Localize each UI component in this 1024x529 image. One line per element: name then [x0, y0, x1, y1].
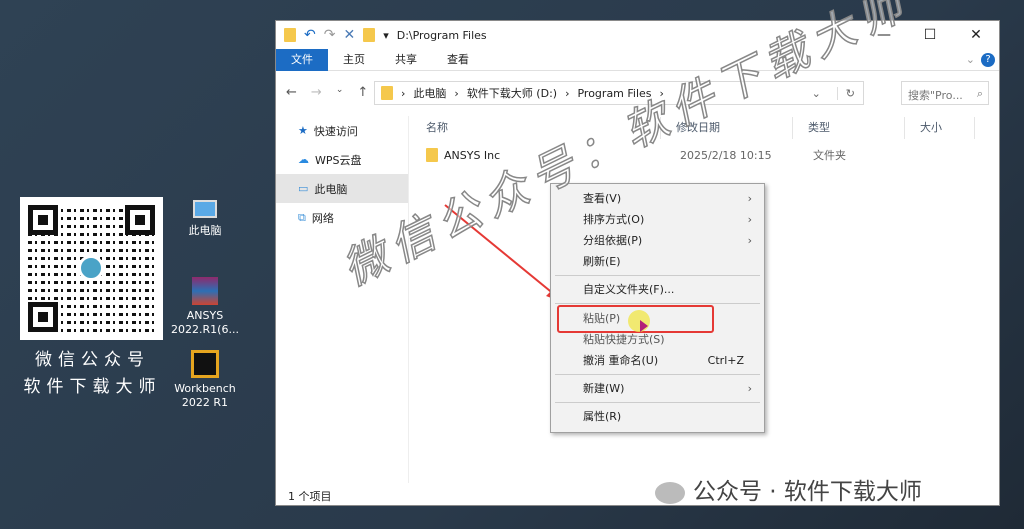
workbench-icon [191, 350, 219, 378]
folder-icon [381, 86, 393, 100]
menu-item-group[interactable]: 分组依据(P) › [551, 230, 764, 251]
column-size[interactable]: 大小 [905, 117, 975, 139]
window-title: D:\Program Files [396, 28, 487, 42]
desktop-icon-this-pc[interactable]: 此电脑 [170, 200, 240, 238]
delete-icon[interactable]: ✕ [343, 27, 355, 43]
menu-item-sort[interactable]: 排序方式(O) › [551, 209, 764, 230]
qr-code [20, 197, 163, 340]
wechat-icon [655, 481, 685, 504]
refresh-icon[interactable]: ↻ [836, 86, 863, 100]
cloud-icon: ☁ [298, 153, 309, 166]
nav-wps-cloud[interactable]: ☁ WPS云盘 [276, 145, 408, 174]
undo-icon[interactable]: ↶ [304, 27, 316, 43]
close-button[interactable]: ✕ [953, 21, 999, 49]
search-placeholder: 搜索"Pro... [908, 89, 963, 102]
file-type: 文件夹 [813, 149, 846, 162]
menu-separator [555, 303, 760, 304]
file-date: 2025/2/18 10:15 [680, 148, 772, 162]
menu-separator [555, 402, 760, 403]
menu-separator [555, 374, 760, 375]
nav-quick-access[interactable]: ★ 快速访问 [276, 116, 408, 145]
menu-item-refresh[interactable]: 刷新(E) [551, 251, 764, 272]
forward-icon[interactable]: → [311, 85, 322, 100]
back-icon[interactable]: ← [286, 85, 297, 100]
nav-this-pc[interactable]: ▭ 此电脑 [276, 174, 408, 203]
chevron-right-icon: › [747, 213, 752, 226]
column-type[interactable]: 类型 [793, 117, 905, 139]
up-icon[interactable]: ↑ [357, 85, 368, 100]
ribbon-tabs: 文件 主页 共享 查看 ⌄ ? [276, 48, 999, 71]
menu-item-new[interactable]: 新建(W) › [551, 378, 764, 399]
menu-item-customize[interactable]: 自定义文件夹(F)... [551, 279, 764, 300]
tab-share[interactable]: 共享 [380, 49, 432, 71]
desktop-icon-workbench[interactable]: Workbench 2022 R1 [170, 350, 240, 410]
folder-icon [426, 148, 438, 162]
redo-icon[interactable]: ↷ [324, 27, 336, 43]
qr-caption-2: 软件下载大师 [23, 377, 162, 397]
search-input[interactable]: 搜索"Pro... ⌕ [901, 81, 989, 105]
chevron-icon: › [454, 86, 459, 100]
computer-icon [193, 200, 217, 218]
navigation-pane: ★ 快速访问 ☁ WPS云盘 ▭ 此电脑 ⧉ 网络 [276, 116, 409, 483]
breadcrumb-drive[interactable]: 软件下载大师 (D:) [467, 85, 557, 101]
menu-item-view[interactable]: 查看(V) › [551, 188, 764, 209]
item-count: 1 个项目 [288, 490, 332, 503]
chevron-right-icon: › [747, 234, 752, 247]
menu-item-properties[interactable]: 属性(R) [551, 406, 764, 427]
chevron-icon: › [565, 86, 570, 100]
nav-label: WPS云盘 [315, 153, 362, 167]
tab-file[interactable]: 文件 [276, 48, 328, 71]
chevron-right-icon: › [747, 192, 752, 205]
tab-home[interactable]: 主页 [328, 49, 380, 71]
chevron-icon: › [401, 86, 406, 100]
nav-label: 网络 [311, 211, 334, 225]
folder-icon [284, 28, 296, 42]
tab-view[interactable]: 查看 [432, 49, 484, 71]
customize-qat-icon[interactable]: ▾ [383, 29, 389, 42]
cursor-icon [640, 320, 648, 332]
breadcrumb-this-pc[interactable]: 此电脑 [413, 85, 446, 101]
address-dropdown-icon[interactable]: ⌄ [812, 87, 821, 100]
winrar-icon [192, 277, 218, 305]
qr-caption-1: 微信公众号 [35, 350, 150, 370]
nav-label: 此电脑 [314, 182, 348, 196]
ribbon-expand-icon[interactable]: ⌄ [966, 53, 975, 66]
star-icon: ★ [298, 124, 308, 137]
desktop-icon-ansys[interactable]: ANSYS 2022.R1(6... [170, 277, 240, 337]
help-icon[interactable]: ? [981, 52, 995, 67]
chevron-right-icon: › [747, 382, 752, 395]
menu-separator [555, 275, 760, 276]
watermark-bottom: 公众号 · 软件下载大师 [655, 472, 922, 506]
recent-icon[interactable]: ⌄ [336, 85, 344, 100]
menu-item-undo-rename[interactable]: 撤消 重命名(U) Ctrl+Z [551, 350, 764, 371]
search-icon: ⌕ [976, 87, 983, 100]
network-icon: ⧉ [298, 210, 306, 224]
new-folder-icon[interactable] [363, 28, 376, 42]
nav-label: 快速访问 [313, 124, 358, 138]
computer-icon: ▭ [298, 182, 309, 195]
